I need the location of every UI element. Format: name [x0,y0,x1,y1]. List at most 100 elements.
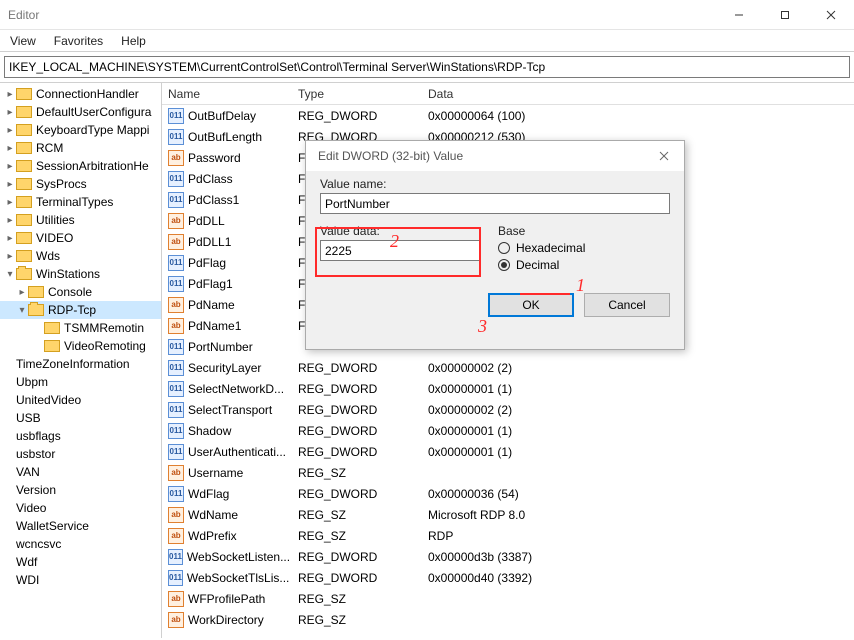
col-header-name[interactable]: Name [162,87,292,101]
dword-icon: 011 [168,192,184,208]
list-row[interactable]: abUsernameREG_SZ [162,462,854,483]
maximize-button[interactable] [762,0,808,30]
value-name-text: Shadow [188,424,231,438]
tree-item[interactable]: WDI [0,571,161,589]
tree-item[interactable]: ▸KeyboardType Mappi [0,121,161,139]
tree-item[interactable]: USB [0,409,161,427]
expand-icon[interactable]: ▸ [4,179,16,190]
list-row[interactable]: 011WdFlagREG_DWORD0x00000036 (54) [162,483,854,504]
tree-item[interactable]: ▸ Console [0,283,161,301]
tree-item-label: Console [48,285,92,299]
expand-icon[interactable]: ▸ [4,161,16,172]
expand-icon[interactable]: ▸ [4,251,16,262]
list-row[interactable]: 011SelectNetworkD...REG_DWORD0x00000001 … [162,378,854,399]
tree-item-label: RCM [36,141,63,155]
col-header-data[interactable]: Data [422,87,854,101]
window-titlebar: Editor [0,0,854,30]
radio-hex-row[interactable]: Hexadecimal [498,241,670,255]
folder-icon [44,340,60,352]
tree-item[interactable]: WalletService [0,517,161,535]
list-row[interactable]: abWFProfilePathREG_SZ [162,588,854,609]
tree-item[interactable]: UnitedVideo [0,391,161,409]
cell-data: 0x00000001 (1) [422,445,854,459]
tree-item-label: VIDEO [36,231,73,245]
value-name-text: WebSocketTlsLis... [187,571,289,585]
list-row[interactable]: abWdPrefixREG_SZRDP [162,525,854,546]
tree-item[interactable]: Version [0,481,161,499]
radio-decimal[interactable] [498,259,510,271]
tree-item-label: wcncsvc [16,537,61,551]
tree-item[interactable]: VideoRemoting [0,337,161,355]
tree-item[interactable]: usbstor [0,445,161,463]
string-icon: ab [168,150,184,166]
ok-button[interactable]: OK [488,293,574,317]
expand-icon[interactable]: ▸ [4,125,16,136]
list-row[interactable]: 011SecurityLayerREG_DWORD0x00000002 (2) [162,357,854,378]
list-row[interactable]: 011OutBufDelayREG_DWORD0x00000064 (100) [162,105,854,126]
folder-icon [28,286,44,298]
expand-icon[interactable]: ▾ [16,305,28,316]
tree-item[interactable]: ▸ VIDEO [0,229,161,247]
address-bar[interactable]: IKEY_LOCAL_MACHINE\SYSTEM\CurrentControl… [4,56,850,78]
menu-view[interactable]: View [2,32,44,50]
tree-item-label: VideoRemoting [64,339,146,353]
cell-name: abWdPrefix [162,528,292,544]
tree-item[interactable]: ▸SessionArbitrationHe [0,157,161,175]
tree-panel[interactable]: ▸ConnectionHandler▸DefaultUserConfigura▸… [0,83,162,638]
tree-item[interactable]: ▸ RCM [0,139,161,157]
value-name-text: PdFlag [188,256,226,270]
tree-item[interactable]: Wdf [0,553,161,571]
tree-item-label: TerminalTypes [36,195,113,209]
tree-item[interactable]: ▸Wds [0,247,161,265]
tree-item[interactable]: wcncsvc [0,535,161,553]
expand-icon[interactable]: ▾ [4,269,16,280]
radio-hex[interactable] [498,242,510,254]
list-row[interactable]: 011ShadowREG_DWORD0x00000001 (1) [162,420,854,441]
expand-icon[interactable]: ▸ [4,215,16,226]
expand-icon[interactable]: ▸ [4,233,16,244]
tree-item[interactable]: usbflags [0,427,161,445]
value-name-input[interactable] [320,193,670,214]
cancel-button[interactable]: Cancel [584,293,670,317]
col-header-type[interactable]: Type [292,87,422,101]
value-data-input[interactable] [320,240,480,261]
tree-item[interactable]: ▸SysProcs [0,175,161,193]
expand-icon[interactable]: ▸ [4,89,16,100]
list-row[interactable]: abWorkDirectoryREG_SZ [162,609,854,630]
tree-item[interactable]: TimeZoneInformation [0,355,161,373]
tree-item[interactable]: ▾RDP-Tcp [0,301,161,319]
tree-item[interactable]: ▸ConnectionHandler [0,85,161,103]
cell-data: 0x00000036 (54) [422,487,854,501]
tree-item[interactable]: ▾WinStations [0,265,161,283]
expand-icon[interactable]: ▸ [4,197,16,208]
dword-icon: 011 [168,423,184,439]
tree-item[interactable]: ▸Utilities [0,211,161,229]
list-row[interactable]: 011WebSocketListen...REG_DWORD0x00000d3b… [162,546,854,567]
dword-icon: 011 [168,486,184,502]
expand-icon[interactable]: ▸ [16,287,28,298]
tree-item[interactable]: VAN [0,463,161,481]
tree-item[interactable]: Ubpm [0,373,161,391]
close-button[interactable] [808,0,854,30]
minimize-button[interactable] [716,0,762,30]
tree-item[interactable]: TSMMRemotin [0,319,161,337]
list-row[interactable]: abWdNameREG_SZMicrosoft RDP 8.0 [162,504,854,525]
menu-help[interactable]: Help [113,32,154,50]
list-row[interactable]: 011WebSocketTlsLis...REG_DWORD0x00000d40… [162,567,854,588]
radio-dec-label: Decimal [516,258,559,272]
tree-item[interactable]: ▸DefaultUserConfigura [0,103,161,121]
list-row[interactable]: 011SelectTransportREG_DWORD0x00000002 (2… [162,399,854,420]
radio-dec-row[interactable]: Decimal [498,258,670,272]
expand-icon[interactable]: ▸ [4,143,16,154]
dialog-close-button[interactable] [652,144,676,168]
list-row[interactable]: 011UserAuthenticati...REG_DWORD0x0000000… [162,441,854,462]
menu-favorites[interactable]: Favorites [46,32,111,50]
tree-item[interactable]: Video [0,499,161,517]
dialog-title: Edit DWORD (32-bit) Value [318,149,463,163]
tree-item-label: VAN [16,465,40,479]
dword-icon: 011 [168,108,184,124]
string-icon: ab [168,507,184,523]
folder-icon [16,178,32,190]
expand-icon[interactable]: ▸ [4,107,16,118]
tree-item[interactable]: ▸ TerminalTypes [0,193,161,211]
